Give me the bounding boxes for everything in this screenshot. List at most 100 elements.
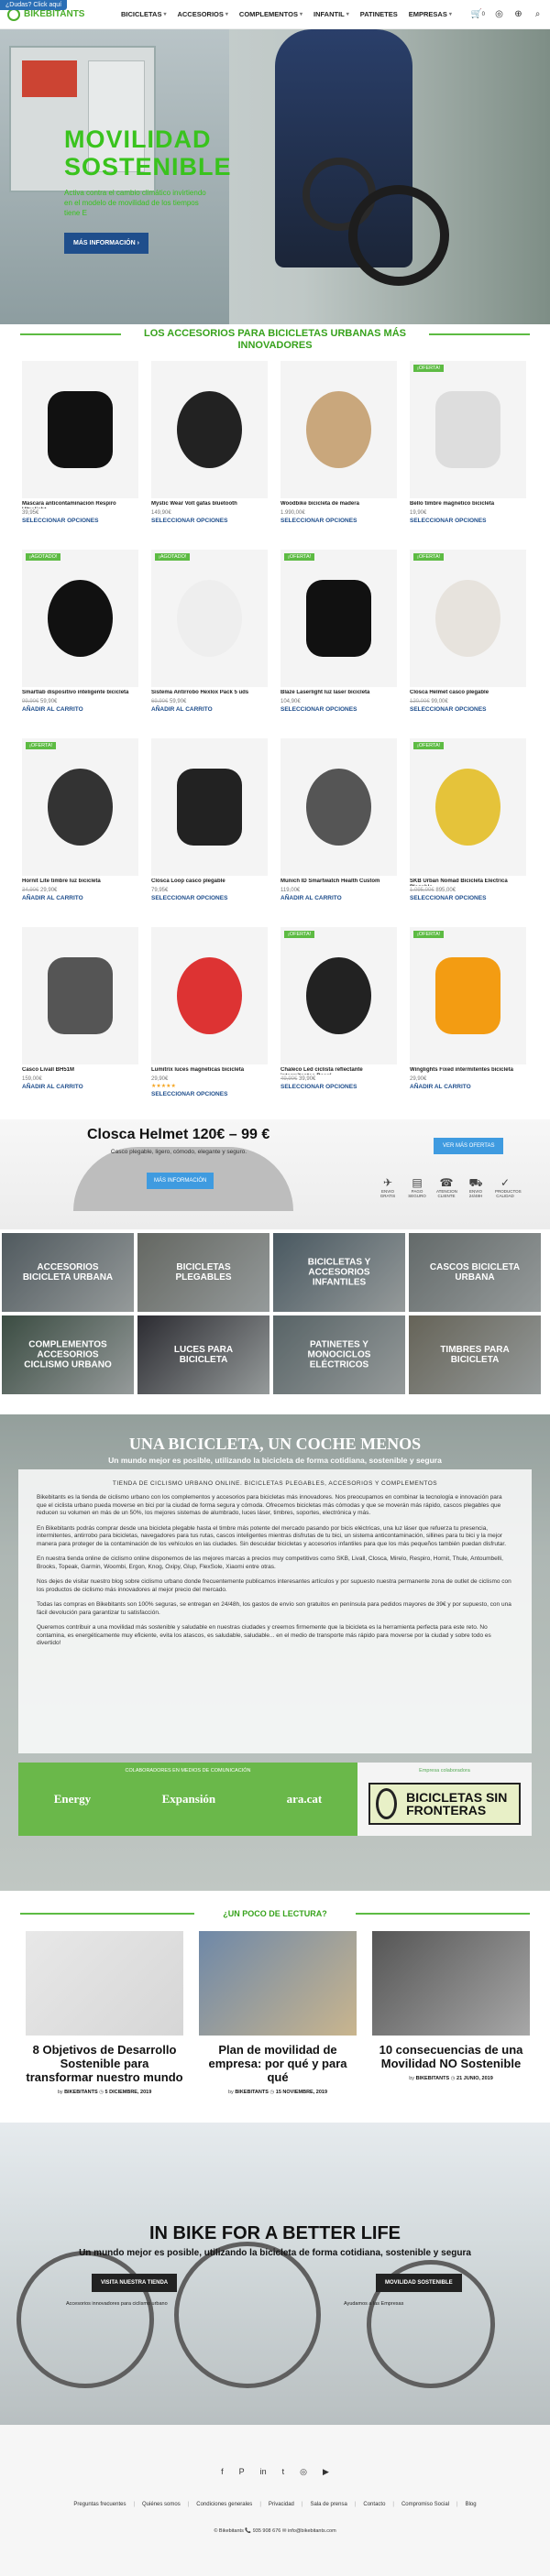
product-name[interactable]: Closca Loop casco plegable: [151, 879, 268, 886]
promo-more-info-button[interactable]: MÁS INFORMACIÓN: [147, 1173, 214, 1189]
product-card[interactable]: ¡AGOTADO! Smartlab dispositivo inteligent…: [22, 550, 138, 729]
product-image[interactable]: [22, 361, 138, 498]
product-cta-link[interactable]: SELECCIONAR OPCIONES: [410, 706, 526, 713]
category-tile[interactable]: ACCESORIOS BICICLETA URBANA: [2, 1233, 134, 1312]
help-tab[interactable]: ¿Dudas? Click aquí: [0, 0, 68, 10]
partner-logo-expansion[interactable]: Expansión: [162, 1792, 216, 1806]
product-card[interactable]: ¡OFERTA! Blaze Laserlight luz laser bicic…: [280, 550, 397, 729]
product-card[interactable]: Mascara anticontaminación Respiro Ultral…: [22, 361, 138, 540]
category-tile[interactable]: COMPLEMENTOS ACCESORIOS CICLISMO URBANO: [2, 1315, 134, 1394]
product-cta-link[interactable]: SELECCIONAR OPCIONES: [22, 518, 138, 524]
footer-link[interactable]: Sala de prensa: [310, 2502, 346, 2507]
product-name[interactable]: Woodbike bicicleta de madera: [280, 501, 397, 508]
product-cta-link[interactable]: AÑADIR AL CARRITO: [151, 706, 268, 713]
product-name[interactable]: Blaze Laserlight luz laser bicicleta: [280, 690, 397, 697]
product-cta-link[interactable]: AÑADIR AL CARRITO: [22, 895, 138, 901]
product-image[interactable]: ¡OFERTA!: [22, 738, 138, 876]
product-name[interactable]: Casco Livall BH51M: [22, 1067, 138, 1075]
product-cta-link[interactable]: SELECCIONAR OPCIONES: [280, 1084, 397, 1090]
nav-complementos[interactable]: COMPLEMENTOS ▾: [239, 10, 302, 18]
product-cta-link[interactable]: SELECCIONAR OPCIONES: [410, 518, 526, 524]
linkedin-icon[interactable]: in: [260, 2467, 267, 2477]
hero-more-info-button[interactable]: MÁS INFORMACIÓN ›: [64, 233, 148, 254]
search-icon[interactable]: ⌕: [533, 9, 543, 19]
instagram-icon[interactable]: ◎: [300, 2467, 307, 2477]
product-image[interactable]: ¡OFERTA!: [410, 550, 526, 687]
product-card[interactable]: Mystic Wear Volt gafas bluetooth 149,90€ S…: [151, 361, 268, 540]
product-card[interactable]: Casco Livall BH51M 159,00€ AÑADIR AL CARRI…: [22, 927, 138, 1107]
category-tile[interactable]: TIMBRES PARA BICICLETA: [409, 1315, 541, 1394]
category-tile[interactable]: BICICLETAS Y ACCESORIOS INFANTILES: [273, 1233, 405, 1312]
footer-link[interactable]: Privacidad: [269, 2502, 294, 2507]
product-image[interactable]: ¡OFERTA!: [280, 927, 397, 1064]
product-image[interactable]: ¡OFERTA!: [280, 550, 397, 687]
pinterest-icon[interactable]: P: [239, 2467, 245, 2477]
blog-post-image[interactable]: [199, 1931, 357, 2036]
footer-link[interactable]: Compromiso Social: [402, 2502, 449, 2507]
user-icon[interactable]: ◎: [494, 9, 504, 19]
product-name[interactable]: SKB Urban Nomad Bicicleta Electrica Pleg…: [410, 879, 526, 886]
facebook-icon[interactable]: f: [221, 2467, 224, 2477]
blog-post-title[interactable]: 10 consecuencias de una Movilidad NO Sos…: [372, 2043, 530, 2070]
blog-post-title[interactable]: Plan de movilidad de empresa: por qué y …: [199, 2043, 357, 2084]
product-cta-link[interactable]: SELECCIONAR OPCIONES: [151, 518, 268, 524]
product-image[interactable]: ¡OFERTA!: [410, 361, 526, 498]
product-image[interactable]: [280, 738, 397, 876]
product-image[interactable]: [151, 927, 268, 1064]
footer-link[interactable]: Preguntas frecuentes: [73, 2502, 126, 2507]
product-image[interactable]: [280, 361, 397, 498]
partner-logo-ara[interactable]: ara.cat: [287, 1792, 323, 1806]
nav-bicicletas[interactable]: BICICLETAS ▾: [121, 10, 166, 18]
product-cta-link[interactable]: SELECCIONAR OPCIONES: [151, 895, 268, 901]
product-image[interactable]: ¡AGOTADO!: [22, 550, 138, 687]
product-name[interactable]: Hornit Lite timbre luz bicicleta: [22, 879, 138, 886]
blog-post-card[interactable]: 8 Objetivos de Desarrollo Sostenible par…: [26, 1931, 183, 2095]
footer-link[interactable]: Blog: [466, 2502, 477, 2507]
product-card[interactable]: ¡OFERTA! Bello timbre magnetico bicicleta…: [410, 361, 526, 540]
nav-empresas[interactable]: EMPRESAS ▾: [409, 10, 452, 18]
sustainable-mobility-button[interactable]: MOVILIDAD SOSTENIBLE: [376, 2274, 462, 2292]
youtube-icon[interactable]: ▶: [323, 2467, 329, 2477]
category-tile[interactable]: CASCOS BICICLETA URBANA: [409, 1233, 541, 1312]
product-cta-link[interactable]: AÑADIR AL CARRITO: [22, 706, 138, 713]
post-author[interactable]: BIKEBITANTS: [64, 2090, 98, 2095]
product-image[interactable]: ¡OFERTA!: [410, 738, 526, 876]
category-tile[interactable]: LUCES PARA BICICLETA: [138, 1315, 270, 1394]
product-card[interactable]: ¡OFERTA! SKB Urban Nomad Bicicleta Electr…: [410, 738, 526, 918]
blog-post-image[interactable]: [372, 1931, 530, 2036]
product-image[interactable]: [22, 927, 138, 1064]
product-name[interactable]: Bello timbre magnetico bicicleta: [410, 501, 526, 508]
product-card[interactable]: Munich ID Smartwatch Health Custom 119,00…: [280, 738, 397, 918]
nav-patinetes[interactable]: PATINETES: [360, 10, 398, 18]
nav-accesorios[interactable]: ACCESORIOS ▾: [177, 10, 227, 18]
post-author[interactable]: BIKEBITANTS: [416, 2076, 450, 2081]
product-image[interactable]: ¡OFERTA!: [410, 927, 526, 1064]
product-name[interactable]: Chaleco Led ciclista reflectante intermi…: [280, 1067, 397, 1075]
product-cta-link[interactable]: SELECCIONAR OPCIONES: [151, 1091, 268, 1097]
bicicletas-sin-fronteras-logo[interactable]: BICICLETAS SIN FRONTERAS: [368, 1783, 521, 1825]
product-name[interactable]: Closca Helmet casco plegable: [410, 690, 526, 697]
product-name[interactable]: Winglights Fixed intermitentes bicicleta: [410, 1067, 526, 1075]
product-card[interactable]: Woodbike bicicleta de madera 1.990,00€ SEL…: [280, 361, 397, 540]
product-name[interactable]: Smartlab dispositivo inteligente bicicle…: [22, 690, 138, 697]
post-author[interactable]: BIKEBITANTS: [235, 2090, 269, 2095]
product-card[interactable]: ¡OFERTA! Closca Helmet casco plegable 120,…: [410, 550, 526, 729]
footer-link[interactable]: Contacto: [363, 2502, 385, 2507]
nav-infantil[interactable]: INFANTIL ▾: [314, 10, 349, 18]
product-cta-link[interactable]: AÑADIR AL CARRITO: [410, 1084, 526, 1090]
product-card[interactable]: ¡AGOTADO! Sistema Antirrobo Hexlox Pack 5…: [151, 550, 268, 729]
product-cta-link[interactable]: SELECCIONAR OPCIONES: [280, 518, 397, 524]
blog-post-card[interactable]: 10 consecuencias de una Movilidad NO Sos…: [372, 1931, 530, 2095]
category-tile[interactable]: PATINETES Y MONOCICLOS ELÉCTRICOS: [273, 1315, 405, 1394]
product-image[interactable]: ¡AGOTADO!: [151, 550, 268, 687]
footer-link[interactable]: Quiénes somos: [142, 2502, 181, 2507]
twitter-icon[interactable]: t: [282, 2467, 285, 2477]
product-name[interactable]: Mascara anticontaminación Respiro Ultral…: [22, 501, 138, 508]
product-name[interactable]: Munich ID Smartwatch Health Custom: [280, 879, 397, 886]
blog-post-card[interactable]: Plan de movilidad de empresa: por qué y …: [199, 1931, 357, 2095]
product-cta-link[interactable]: SELECCIONAR OPCIONES: [410, 895, 526, 901]
blog-post-image[interactable]: [26, 1931, 183, 2036]
product-image[interactable]: [151, 361, 268, 498]
product-name[interactable]: Lumitrix luces magneticas bicicleta: [151, 1067, 268, 1075]
blog-post-title[interactable]: 8 Objetivos de Desarrollo Sostenible par…: [26, 2043, 183, 2084]
